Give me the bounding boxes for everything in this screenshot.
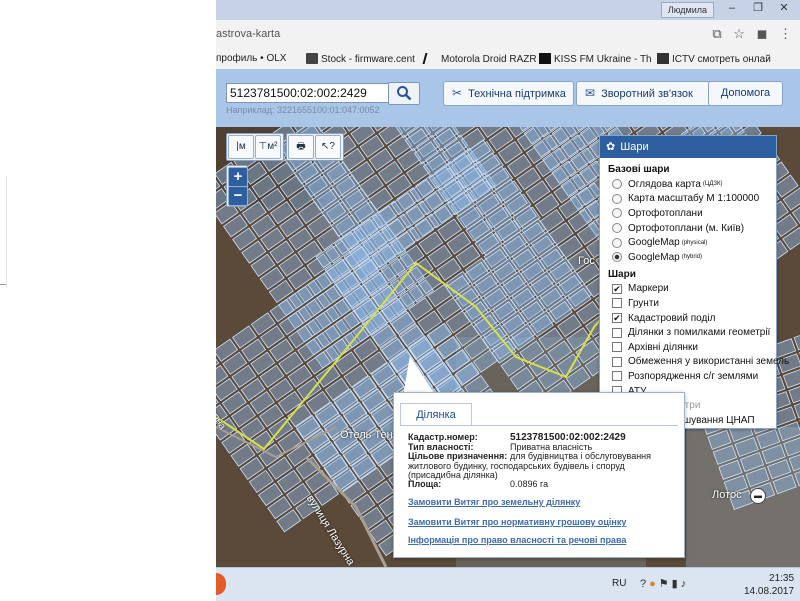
- site-header: 5123781500:02:002:2429 Наприклад: 322165…: [216, 69, 800, 127]
- radio-button[interactable]: [612, 238, 622, 248]
- bookmark-firmware[interactable]: Stock - firmware.cent: [306, 53, 415, 65]
- base-layers-list: Оглядова карта(ЦДЗК) Карта масштабу М 1:…: [600, 177, 776, 265]
- checkbox[interactable]: [612, 342, 622, 352]
- area-row: Площа:0.0896 га: [408, 479, 548, 489]
- layer-geometry-errors[interactable]: Ділянки з помилками геометрії: [600, 325, 776, 340]
- cadastral-search-input[interactable]: 5123781500:02:002:2429: [226, 83, 390, 103]
- base-layers-title: Базові шари: [600, 158, 776, 177]
- chrome-taskbar-icon[interactable]: [216, 573, 226, 595]
- checkbox[interactable]: [612, 371, 622, 381]
- volume-tray-icon[interactable]: ♪: [681, 578, 690, 590]
- mail-icon: ✉: [585, 82, 595, 105]
- hotel-marker-icon[interactable]: ▬: [750, 488, 766, 504]
- search-button[interactable]: [388, 82, 420, 105]
- feedback-button[interactable]: ✉Зворотний зв'язок: [576, 81, 714, 106]
- translate-icon[interactable]: ⧉: [712, 26, 721, 41]
- base-layer-100000[interactable]: Карта масштабу М 1:100000: [600, 192, 776, 207]
- support-button[interactable]: ✂Технічна підтримка: [443, 81, 574, 106]
- print-icon[interactable]: 🖶: [288, 135, 314, 159]
- profile-button[interactable]: Людмила: [661, 2, 714, 18]
- help-button[interactable]: Допомога: [708, 81, 783, 106]
- search-icon: [396, 85, 412, 101]
- checkbox[interactable]: [612, 357, 622, 367]
- flag-tray-icon[interactable]: ⚑: [659, 578, 672, 590]
- print-toolbar: 🖶 ↖?: [286, 133, 344, 161]
- ownership-info-link[interactable]: Інформація про право власності та речові…: [408, 535, 626, 545]
- extension-icon[interactable]: ◼: [757, 26, 768, 41]
- layer-markers[interactable]: ✔Маркери: [600, 282, 776, 297]
- zoom-control: + −: [226, 165, 248, 207]
- layers-panel: ✿Шари Базові шари Оглядова карта(ЦДЗК) К…: [599, 135, 777, 429]
- ictv-icon: [657, 53, 669, 64]
- minimize-icon[interactable]: –: [720, 0, 744, 16]
- search-hint: Наприклад: 3221655100:01:047:0052: [226, 105, 380, 115]
- overlapping-window: [0, 0, 216, 600]
- map-label-lotos: Лотос: [712, 489, 742, 501]
- identify-icon[interactable]: ↖?: [315, 135, 341, 159]
- checkbox-checked[interactable]: ✔: [612, 284, 622, 294]
- bookmark-kissfm[interactable]: KISS FM Ukraine - Th: [539, 53, 652, 65]
- radio-button[interactable]: [612, 223, 622, 233]
- network-tray-icon[interactable]: ▮: [672, 578, 681, 590]
- taskbar: RU ?●⚑▮♪ 21:3514.08.2017: [216, 567, 800, 601]
- tray-icons: ?●⚑▮♪: [640, 577, 689, 590]
- zoom-in-button[interactable]: +: [228, 167, 248, 187]
- checkbox[interactable]: [612, 298, 622, 308]
- parcel-popup: Ділянка Кадастр.номер:5123781500:02:002:…: [393, 392, 685, 558]
- radio-button[interactable]: [612, 179, 622, 189]
- bookmark-olx[interactable]: профиль • OLX: [216, 53, 286, 64]
- layer-restrictions[interactable]: Обмеження у використанні земель: [600, 355, 776, 370]
- radio-button[interactable]: [612, 208, 622, 218]
- overlay-layers-title: Шари: [600, 265, 776, 282]
- motorola-icon: [423, 53, 440, 64]
- menu-icon[interactable]: ⋮: [779, 26, 792, 41]
- layer-archive[interactable]: Архівні ділянки: [600, 340, 776, 355]
- area-value: 0.0896 га: [510, 479, 548, 489]
- bookmark-motorola[interactable]: Motorola Droid RAZR: [424, 53, 537, 65]
- language-indicator[interactable]: RU: [612, 578, 626, 589]
- layers-header[interactable]: ✿Шари: [600, 136, 776, 158]
- base-layer-overview[interactable]: Оглядова карта(ЦДЗК): [600, 177, 776, 192]
- clock[interactable]: 21:3514.08.2017: [744, 572, 794, 598]
- base-layer-google-physical[interactable]: GoogleMap(physical): [600, 235, 776, 250]
- order-valuation-link[interactable]: Замовити Витяг про нормативну грошову оц…: [408, 517, 626, 527]
- maximize-icon[interactable]: ❐: [746, 0, 770, 16]
- purpose-value-1: для будівництва і обслуговування: [510, 451, 651, 461]
- gear-icon: ✿: [606, 141, 615, 153]
- zoom-out-button[interactable]: −: [228, 186, 248, 206]
- tools-icon: ✂: [452, 82, 462, 105]
- layer-soils[interactable]: Грунти: [600, 296, 776, 311]
- kissfm-icon: [539, 53, 551, 64]
- radio-button-selected[interactable]: [612, 252, 622, 262]
- tab-parcel[interactable]: Ділянка: [400, 403, 472, 426]
- checkbox[interactable]: [612, 328, 622, 338]
- measure-area-button[interactable]: ⊤м²: [255, 135, 281, 159]
- purpose-row: Цільове призначення:для будівництва і об…: [408, 451, 651, 461]
- order-extract-link[interactable]: Замовити Витяг про земельну ділянку: [408, 497, 580, 507]
- measure-toolbar: |м ⊤м²: [226, 133, 284, 161]
- radio-button[interactable]: [612, 194, 622, 204]
- layer-cadastral[interactable]: ✔Кадастровий поділ: [600, 311, 776, 326]
- measure-length-button[interactable]: |м: [228, 135, 254, 159]
- checkbox-checked[interactable]: ✔: [612, 313, 622, 323]
- url-field[interactable]: astrova-karta: [216, 24, 280, 44]
- base-layer-ortho-kyiv[interactable]: Ортофотоплани (м. Київ): [600, 221, 776, 236]
- map-label-gost: Гос: [578, 255, 595, 267]
- bookmark-star-icon[interactable]: ☆: [733, 26, 745, 41]
- base-layer-ortho[interactable]: Ортофотоплани: [600, 206, 776, 221]
- base-layer-google-hybrid[interactable]: GoogleMap(hybrid): [600, 250, 776, 265]
- layer-agri-land[interactable]: Розпорядження с/г землями: [600, 369, 776, 384]
- help-tray-icon[interactable]: ?: [640, 578, 649, 590]
- map-label-hotel: Отель Тен: [340, 429, 393, 441]
- bookmark-ictv[interactable]: ICTV смотреть онлай: [657, 53, 771, 65]
- folder-icon: [306, 53, 318, 64]
- close-icon[interactable]: ✕: [772, 0, 796, 16]
- app-tray-icon[interactable]: ●: [649, 578, 659, 590]
